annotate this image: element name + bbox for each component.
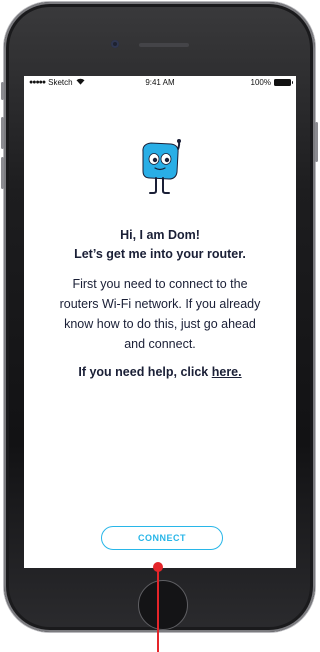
instructions-line-1: First you need to connect to the [72,277,248,291]
mascot-hand [177,139,181,143]
greeting-title: Hi, I am Dom! Let’s get me into your rou… [24,226,296,264]
speaker-grille [139,43,189,47]
intro-content: Hi, I am Dom! Let’s get me into your rou… [24,226,296,382]
mute-switch [1,82,4,100]
instructions-text: First you need to connect to the routers… [35,274,285,354]
robot-mascot-icon [142,139,181,194]
power-button [315,122,318,162]
status-right: 100% [250,78,293,87]
canvas: ●●●●● Sketch 9:41 AM 100% Hi, I am Dom! … [0,0,319,652]
help-line: If you need help, click here. [24,363,296,382]
mascot-pupil-left [152,157,158,163]
annotation-pointer-dot [153,562,163,572]
mascot-leg-right [162,177,170,194]
help-prefix: If you need help, click [78,365,212,379]
front-camera-icon [111,40,119,48]
mascot-pupil-right [164,157,170,163]
volume-down-button [1,157,4,189]
instructions-line-4: and connect. [124,337,196,351]
volume-up-button [1,117,4,149]
battery-icon [274,79,293,86]
mascot-body [142,142,179,180]
home-button[interactable] [138,580,188,630]
instructions-line-3: know how to do this, just go ahead [64,317,256,331]
mascot-leg-left [149,177,157,194]
help-link[interactable]: here. [212,365,242,379]
annotation-pointer-line [157,566,159,652]
connect-button[interactable]: CONNECT [101,526,223,550]
instructions-line-2: routers Wi-Fi network. If you already [59,297,261,311]
status-bar: ●●●●● Sketch 9:41 AM 100% [24,76,296,90]
app-screen: ●●●●● Sketch 9:41 AM 100% Hi, I am Dom! … [24,76,296,568]
greeting-line-1: Hi, I am Dom! [120,228,200,242]
greeting-line-2: Let’s get me into your router. [74,247,246,261]
battery-percent: 100% [250,78,271,87]
